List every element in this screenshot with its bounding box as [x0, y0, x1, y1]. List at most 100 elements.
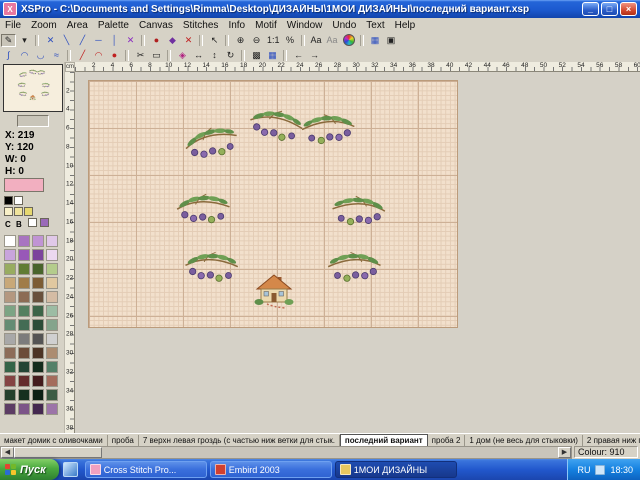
maximize-button[interactable]: □ — [601, 2, 618, 16]
palette-swatch[interactable] — [46, 319, 58, 331]
palette-swatch[interactable] — [46, 347, 58, 359]
wave-tool[interactable]: ≈ — [49, 49, 64, 62]
palette-swatch[interactable] — [4, 249, 16, 261]
zoom-percent-tool[interactable]: % — [283, 34, 298, 47]
cb-swatch[interactable] — [40, 218, 49, 227]
palette-swatch[interactable] — [46, 389, 58, 401]
menu-undo[interactable]: Undo — [327, 20, 361, 31]
quick-swatch[interactable] — [14, 207, 23, 216]
arc-down-tool[interactable]: ◡ — [33, 49, 48, 62]
grid-settings-tool[interactable]: ▦ — [368, 34, 383, 47]
palette-swatch[interactable] — [46, 263, 58, 275]
quick-swatch[interactable] — [4, 196, 13, 205]
palette-swatch[interactable] — [4, 277, 16, 289]
palette-swatch[interactable] — [4, 291, 16, 303]
palette-swatch[interactable] — [18, 333, 30, 345]
design-tab[interactable]: проба — [108, 435, 139, 446]
menu-file[interactable]: File — [0, 20, 26, 31]
taskbar-task[interactable]: Embird 2003 — [210, 461, 332, 478]
palette-swatch[interactable] — [32, 403, 44, 415]
curve-tool[interactable]: ∫ — [1, 49, 16, 62]
menu-motif[interactable]: Motif — [250, 20, 282, 31]
palette-swatch[interactable] — [18, 403, 30, 415]
design-tab[interactable]: 2 правая ниж гр — [583, 435, 640, 446]
palette-swatch[interactable] — [4, 361, 16, 373]
canvas-settings-tool[interactable]: ▣ — [384, 34, 399, 47]
minimize-button[interactable]: _ — [582, 2, 599, 16]
palette-swatch[interactable] — [18, 249, 30, 261]
palette-swatch[interactable] — [32, 389, 44, 401]
palette-swatch[interactable] — [18, 305, 30, 317]
palette-swatch[interactable] — [4, 375, 16, 387]
pattern-grid-tool[interactable]: ▩ — [249, 49, 264, 62]
close-button[interactable]: × — [620, 2, 637, 16]
select-arrow-tool[interactable]: ↖ — [207, 34, 222, 47]
palette-swatch[interactable] — [32, 277, 44, 289]
palette-swatch[interactable] — [32, 249, 44, 261]
menu-window[interactable]: Window — [282, 20, 328, 31]
palette-swatch[interactable] — [32, 347, 44, 359]
palette-swatch[interactable] — [46, 375, 58, 387]
rotate-tool[interactable]: ↻ — [223, 49, 238, 62]
vertical-stitch-tool[interactable]: │ — [107, 34, 122, 47]
palette-swatch[interactable] — [46, 291, 58, 303]
palette-swatch[interactable] — [4, 305, 16, 317]
taskbar-task[interactable]: Cross Stitch Pro... — [85, 461, 207, 478]
full-stitch-tool[interactable]: ✕ — [43, 34, 58, 47]
quick-swatch[interactable] — [4, 207, 13, 216]
bead-tool[interactable]: ◆ — [165, 34, 180, 47]
next-colour-tool[interactable]: → — [307, 49, 322, 62]
colour-wheel-tool[interactable] — [341, 34, 357, 47]
quick-swatch[interactable] — [24, 207, 33, 216]
quarter-stitch-tool[interactable]: ╱ — [75, 34, 90, 47]
palette-swatch[interactable] — [18, 347, 30, 359]
text-tool[interactable]: Aa — [309, 34, 324, 47]
zoom-out-tool[interactable]: ⊖ — [249, 34, 264, 47]
palette-swatch[interactable] — [4, 263, 16, 275]
palette-swatch[interactable] — [18, 361, 30, 373]
half-stitch-tool[interactable]: ╲ — [59, 34, 74, 47]
motif-tool[interactable]: ◈ — [175, 49, 190, 62]
delete-stitch-tool[interactable]: ✕ — [181, 34, 196, 47]
stitch-grid[interactable] — [88, 80, 458, 328]
palette-swatch[interactable] — [18, 263, 30, 275]
palette-swatch[interactable] — [4, 347, 16, 359]
zoom-actual-tool[interactable]: 1:1 — [265, 34, 282, 47]
design-preview[interactable] — [3, 64, 63, 112]
red-curve-tool[interactable]: ◠ — [91, 49, 106, 62]
preview-navigator[interactable] — [17, 115, 49, 127]
design-tab[interactable]: проба 2 — [428, 435, 466, 446]
text-small-tool[interactable]: Aa — [325, 34, 340, 47]
palette-swatch[interactable] — [32, 235, 44, 247]
palette-swatch[interactable] — [18, 319, 30, 331]
zoom-in-tool[interactable]: ⊕ — [233, 34, 248, 47]
cb-swatch[interactable] — [28, 218, 37, 227]
palette-swatch[interactable] — [18, 291, 30, 303]
quick-swatch[interactable] — [14, 196, 23, 205]
palette-swatch[interactable] — [32, 291, 44, 303]
scroll-thumb[interactable] — [14, 447, 102, 458]
palette-swatch[interactable] — [46, 403, 58, 415]
menu-zoom[interactable]: Zoom — [26, 20, 62, 31]
menu-stitches[interactable]: Stitches — [178, 20, 224, 31]
current-colour-swatch[interactable] — [4, 178, 44, 192]
mirror-vertical-tool[interactable]: ↕ — [207, 49, 222, 62]
palette-swatch[interactable] — [32, 263, 44, 275]
backstitch-tool[interactable]: ─ — [91, 34, 106, 47]
mirror-horizontal-tool[interactable]: ↔ — [191, 49, 206, 62]
canvas-area[interactable] — [75, 72, 640, 433]
palette-swatch[interactable] — [4, 333, 16, 345]
design-tab[interactable]: 1 дом (не весь для стыковки) — [465, 435, 583, 446]
palette-swatch[interactable] — [4, 389, 16, 401]
menu-help[interactable]: Help — [390, 20, 421, 31]
palette-swatch[interactable] — [32, 319, 44, 331]
palette-swatch[interactable] — [46, 235, 58, 247]
palette-swatch[interactable] — [18, 375, 30, 387]
french-knot-tool[interactable]: ● — [149, 34, 164, 47]
palette-swatch[interactable] — [18, 389, 30, 401]
menu-text[interactable]: Text — [361, 20, 389, 31]
prev-colour-tool[interactable]: ← — [291, 49, 306, 62]
palette-swatch[interactable] — [4, 403, 16, 415]
knife-tool[interactable]: ✂ — [133, 49, 148, 62]
palette-swatch[interactable] — [46, 277, 58, 289]
